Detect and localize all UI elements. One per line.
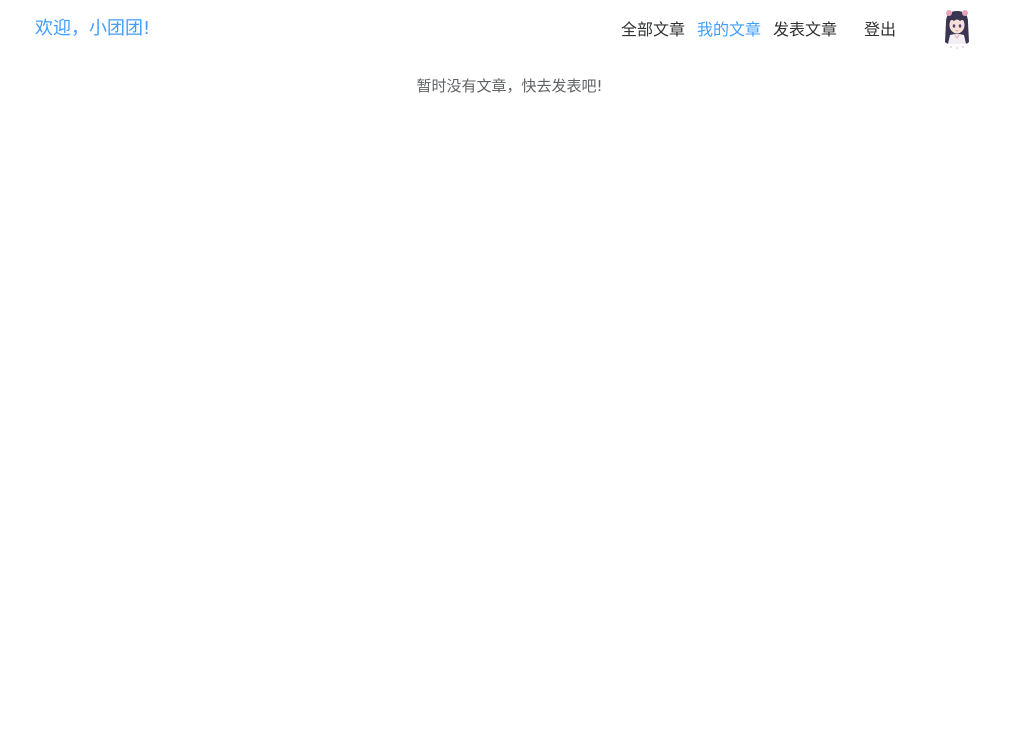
empty-articles-message: 暂时没有文章，快去发表吧! — [416, 77, 603, 95]
top-header: 欢迎，小团团! 全部文章 我的文章 发表文章 登出 — [0, 0, 1019, 60]
nav-logout[interactable]: 登出 — [864, 18, 896, 42]
user-avatar[interactable] — [940, 8, 974, 50]
nav-all-articles[interactable]: 全部文章 — [621, 18, 685, 42]
nav-publish-article[interactable]: 发表文章 — [773, 18, 837, 42]
nav-my-articles[interactable]: 我的文章 — [697, 18, 761, 42]
welcome-message: 欢迎，小团团! — [35, 18, 151, 39]
anime-girl-avatar-icon — [945, 10, 969, 49]
